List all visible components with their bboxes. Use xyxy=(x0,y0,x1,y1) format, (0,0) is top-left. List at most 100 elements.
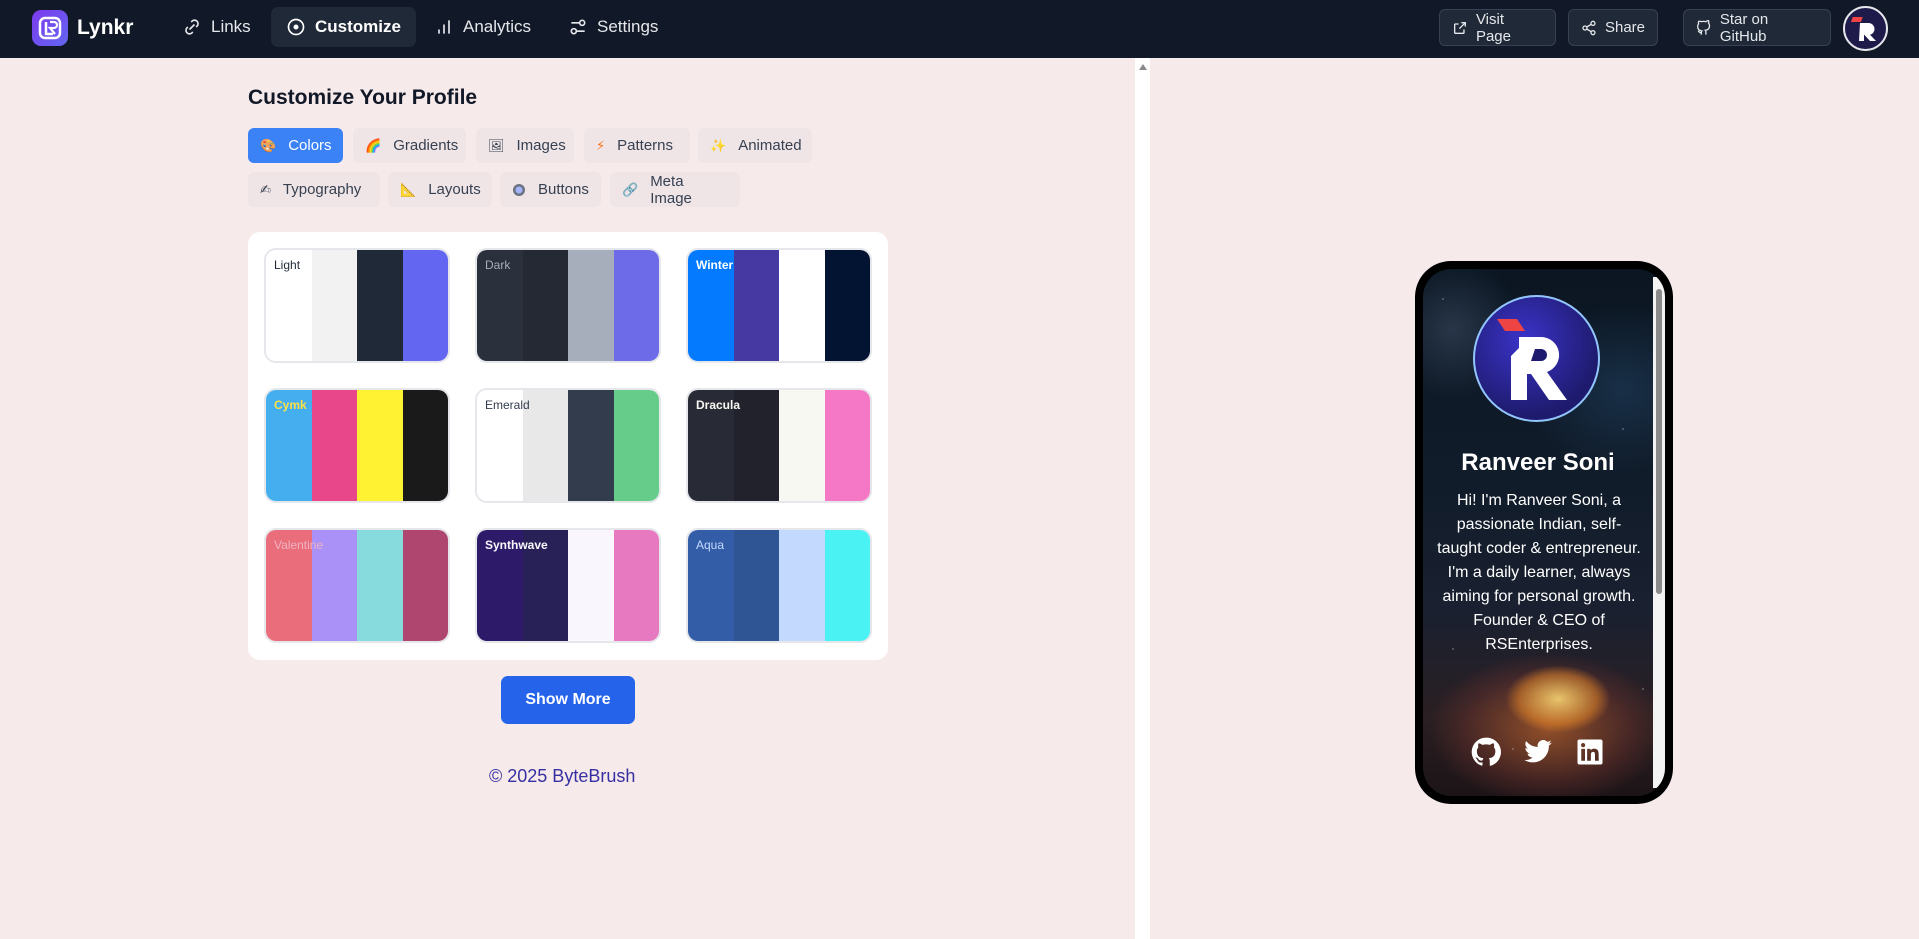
theme-label: Light xyxy=(274,258,301,272)
theme-color-column xyxy=(357,530,403,641)
theme-swatch-emerald[interactable]: Emerald xyxy=(475,388,661,503)
theme-color-column xyxy=(522,250,568,361)
theme-color-column xyxy=(568,250,614,361)
theme-color-column xyxy=(733,530,779,641)
link-icon xyxy=(185,19,199,35)
tab-patterns[interactable]: ⚡ Patterns xyxy=(584,128,690,163)
tab-layouts-label: Layouts xyxy=(428,181,481,198)
scroll-up-icon[interactable] xyxy=(1139,64,1147,70)
profile-name: Ranveer Soni xyxy=(1461,449,1615,476)
theme-color-column xyxy=(824,530,870,641)
triangle-ruler-icon: 📐 xyxy=(400,181,417,197)
share-button[interactable]: Share xyxy=(1568,9,1658,46)
nav-analytics[interactable]: Analytics xyxy=(419,7,546,47)
lynkr-logo-icon xyxy=(32,10,68,46)
nav-links-label: Links xyxy=(211,17,251,36)
tab-meta-image-label: Meta Image xyxy=(650,172,692,207)
tab-colors[interactable]: 🎨 Colors xyxy=(248,128,343,163)
theme-swatch-valentine[interactable]: Valentine xyxy=(264,528,450,643)
theme-label: Valentine xyxy=(274,538,324,552)
theme-swatch-dracula[interactable]: Dracula xyxy=(686,388,872,503)
tab-gradients[interactable]: 🌈 Gradients xyxy=(353,128,466,163)
theme-label: Aqua xyxy=(696,538,725,552)
tab-buttons[interactable]: Buttons xyxy=(500,172,601,207)
show-more-button[interactable]: Show More xyxy=(501,676,635,724)
star-github-label: Star on GitHub xyxy=(1719,10,1769,45)
theme-color-column xyxy=(613,530,659,641)
tab-typography-label: Typography xyxy=(282,181,362,198)
tab-animated[interactable]: ✨ Animated xyxy=(698,128,812,163)
tab-meta-image[interactable]: 🔗 Meta Image xyxy=(610,172,740,207)
theme-color-column xyxy=(402,250,448,361)
palette-icon: 🎨 xyxy=(260,137,277,153)
visit-page-label: Visit Page xyxy=(1475,10,1511,45)
nav-customize-label: Customize xyxy=(315,17,401,36)
star-github-button[interactable]: Star on GitHub xyxy=(1683,9,1831,46)
top-navbar: Lynkr Links Customize Analytics Settings… xyxy=(0,0,1919,58)
theme-color-column xyxy=(357,250,403,361)
sparkles-icon: ✨ xyxy=(710,137,727,153)
picture-icon: 🖼 xyxy=(488,137,505,153)
profile-avatar xyxy=(1473,295,1600,422)
theme-color-column xyxy=(779,530,825,641)
panel-scrollbar[interactable] xyxy=(1135,58,1150,939)
bar-chart-icon xyxy=(438,20,450,34)
lightning-icon: ⚡ xyxy=(596,137,606,153)
tab-layouts[interactable]: 📐 Layouts xyxy=(388,172,492,207)
brand[interactable]: Lynkr xyxy=(32,10,133,46)
nav-analytics-label: Analytics xyxy=(463,17,532,36)
footer-copyright: © 2025 ByteBrush xyxy=(489,766,636,786)
tab-typography[interactable]: ✍ Typography xyxy=(248,172,380,207)
tab-buttons-label: Buttons xyxy=(538,181,589,198)
theme-label: Dark xyxy=(485,258,511,272)
tab-colors-label: Colors xyxy=(288,137,332,154)
linkedin-icon[interactable] xyxy=(1575,737,1605,767)
theme-swatch-dark[interactable]: Dark xyxy=(475,248,661,363)
theme-color-column xyxy=(357,390,403,501)
writing-hand-icon: ✍ xyxy=(260,181,271,197)
theme-swatch-cymk[interactable]: Cymk xyxy=(264,388,450,503)
theme-color-column xyxy=(402,390,448,501)
nav-customize[interactable]: Customize xyxy=(271,7,416,47)
phone-scroll-thumb[interactable] xyxy=(1656,289,1662,594)
theme-label: Synthwave xyxy=(485,538,548,552)
tab-images[interactable]: 🖼 Images xyxy=(476,128,574,163)
rainbow-icon: 🌈 xyxy=(365,137,382,153)
tab-images-label: Images xyxy=(516,137,566,154)
nav-settings-label: Settings xyxy=(597,17,659,36)
visit-page-button[interactable]: Visit Page xyxy=(1439,9,1556,46)
theme-color-column xyxy=(568,390,614,501)
nav-settings[interactable]: Settings xyxy=(553,7,673,47)
theme-color-column xyxy=(733,250,779,361)
theme-color-column xyxy=(613,250,659,361)
github-icon xyxy=(1696,19,1711,35)
phone-screen: Ranveer Soni Hi! I'm Ranveer Soni, a pas… xyxy=(1423,269,1665,796)
theme-color-column xyxy=(568,530,614,641)
theme-swatch-winter[interactable]: Winter xyxy=(686,248,872,363)
link-icon: 🔗 xyxy=(622,181,639,197)
theme-label: Dracula xyxy=(696,398,741,412)
theme-label: Emerald xyxy=(485,398,530,412)
tab-animated-label: Animated xyxy=(738,137,802,154)
theme-color-column xyxy=(402,530,448,641)
theme-color-column xyxy=(779,250,825,361)
theme-color-column xyxy=(613,390,659,501)
user-avatar[interactable] xyxy=(1843,6,1888,51)
theme-color-column xyxy=(311,250,357,361)
theme-color-column xyxy=(733,390,779,501)
theme-swatch-synthwave[interactable]: Synthwave xyxy=(475,528,661,643)
github-icon[interactable] xyxy=(1471,737,1501,767)
theme-label: Winter xyxy=(696,258,734,272)
theme-swatch-aqua[interactable]: Aqua xyxy=(686,528,872,643)
nav-links[interactable]: Links xyxy=(167,7,266,47)
sliders-icon xyxy=(570,19,586,35)
phone-scrollbar[interactable] xyxy=(1653,277,1665,788)
twitter-icon[interactable] xyxy=(1523,737,1553,767)
theme-color-column xyxy=(779,390,825,501)
theme-color-column xyxy=(824,390,870,501)
theme-swatch-light[interactable]: Light xyxy=(264,248,450,363)
share-icon xyxy=(1582,20,1596,35)
compass-icon xyxy=(287,18,305,36)
share-label: Share xyxy=(1604,19,1645,36)
button-icon xyxy=(512,183,526,197)
